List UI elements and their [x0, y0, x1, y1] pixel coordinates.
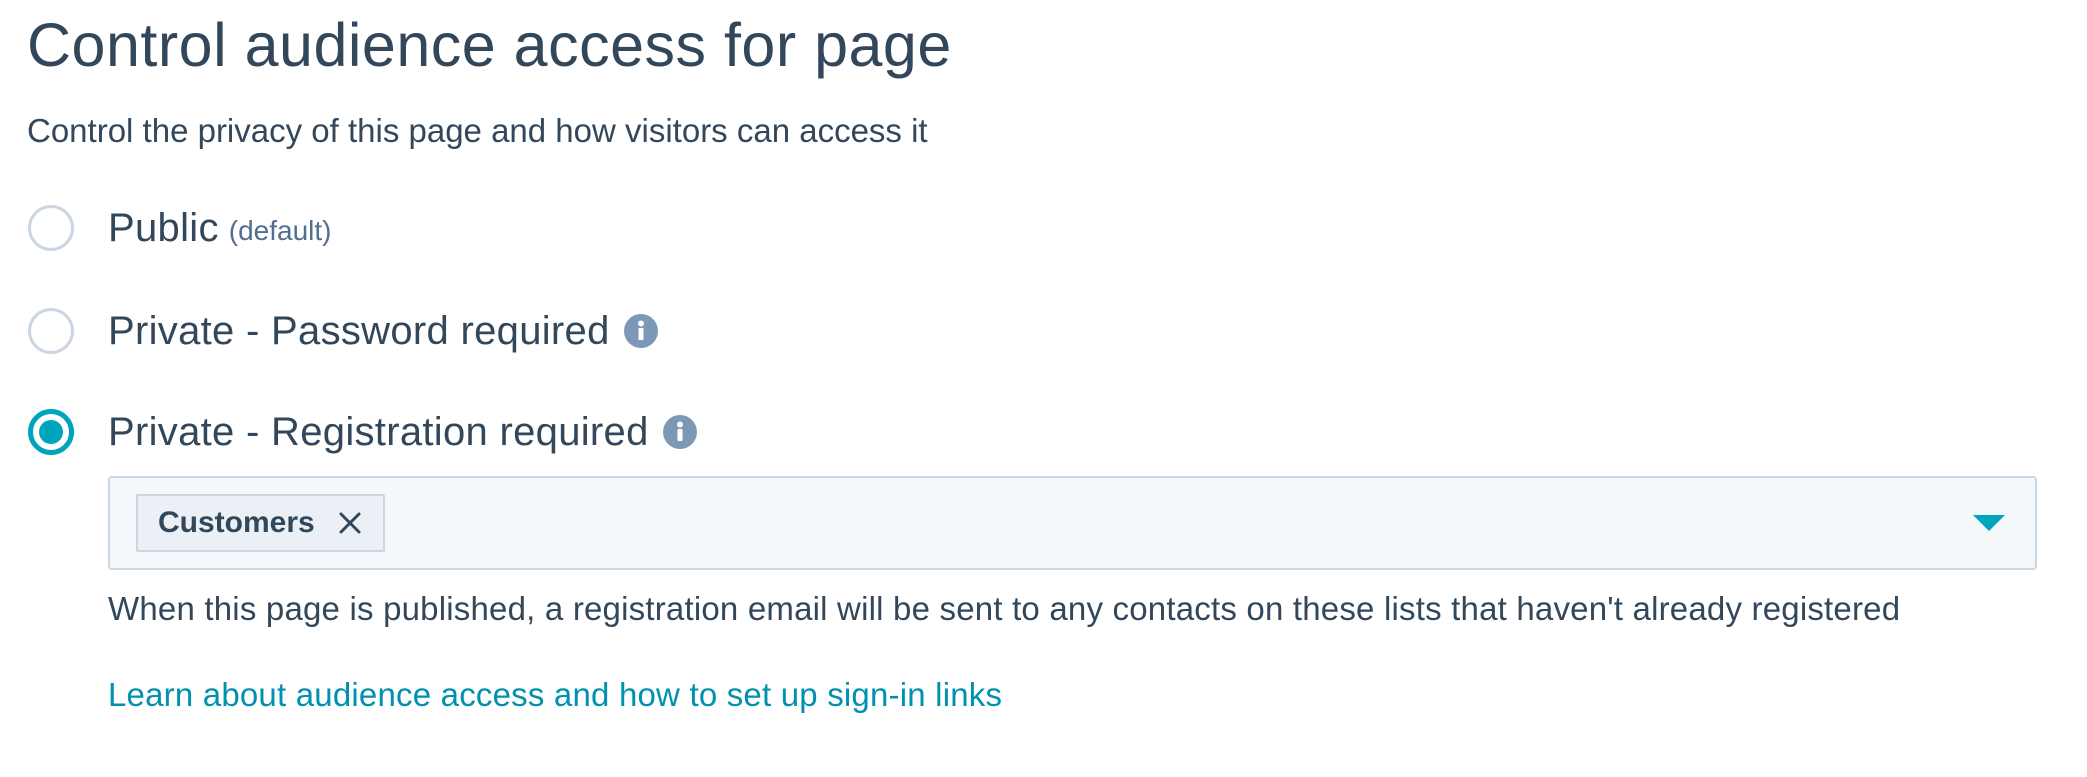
radio-password[interactable]: [28, 308, 74, 354]
radio-label-public: Public: [108, 205, 219, 250]
radio-registration[interactable]: [28, 409, 74, 455]
list-tag: Customers: [136, 494, 385, 552]
radio-option-registration[interactable]: Private - Registration required: [28, 404, 697, 460]
list-tag-label: Customers: [158, 506, 315, 539]
caret-down-icon[interactable]: [1973, 515, 2005, 531]
page-subtitle: Control the privacy of this page and how…: [27, 112, 928, 149]
close-icon[interactable]: [337, 510, 363, 536]
radio-option-public[interactable]: Public (default): [28, 200, 331, 256]
radio-public[interactable]: [28, 205, 74, 251]
info-icon[interactable]: [662, 415, 697, 449]
registration-help-text: When this page is published, a registrat…: [108, 590, 1901, 627]
default-hint: (default): [228, 215, 332, 246]
info-icon[interactable]: [623, 314, 658, 348]
audience-access-panel: Control audience access for page Control…: [0, 0, 2087, 777]
radio-option-password[interactable]: Private - Password required: [28, 303, 658, 359]
radio-label-registration: Private - Registration required: [108, 409, 649, 454]
radio-label-password: Private - Password required: [108, 308, 610, 353]
list-select[interactable]: Customers: [108, 476, 2037, 570]
page-title: Control audience access for page: [27, 11, 952, 79]
learn-more-link[interactable]: Learn about audience access and how to s…: [108, 676, 1002, 714]
